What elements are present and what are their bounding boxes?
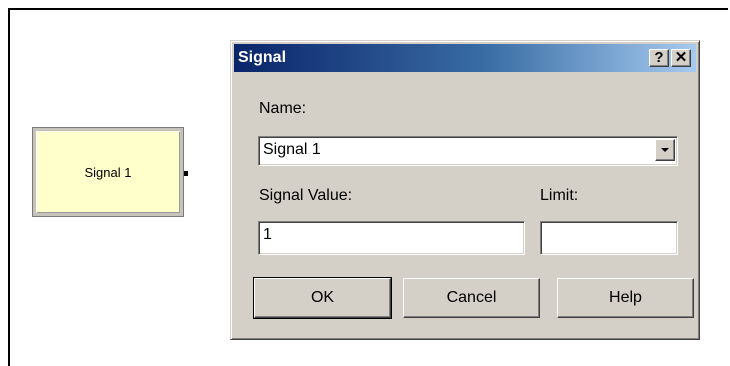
signal-module-block[interactable]: Signal 1	[32, 127, 184, 217]
ok-button[interactable]: OK	[253, 277, 392, 319]
dialog-titlebar[interactable]: Signal ? ✕	[234, 44, 696, 72]
signal-value-input[interactable]: 1	[258, 221, 525, 255]
chevron-down-icon[interactable]	[655, 139, 675, 161]
help-button[interactable]: Help	[557, 278, 694, 318]
close-icon[interactable]: ✕	[671, 49, 691, 67]
limit-input[interactable]	[540, 221, 678, 255]
limit-label: Limit:	[540, 187, 579, 204]
module-exit-connector[interactable]	[184, 171, 188, 176]
signal-value-label: Signal Value:	[259, 187, 353, 204]
cancel-button[interactable]: Cancel	[403, 278, 540, 318]
name-label: Name:	[259, 100, 307, 117]
name-value: Signal 1	[263, 141, 321, 158]
signal-value-text: 1	[263, 226, 272, 243]
help-question-icon[interactable]: ?	[649, 49, 669, 67]
signal-dialog: Signal ? ✕ Name: Signal 1 Signal Value: …	[230, 40, 700, 340]
name-combobox[interactable]: Signal 1	[258, 136, 678, 166]
dialog-title: Signal	[238, 49, 287, 66]
module-label: Signal 1	[84, 164, 132, 180]
